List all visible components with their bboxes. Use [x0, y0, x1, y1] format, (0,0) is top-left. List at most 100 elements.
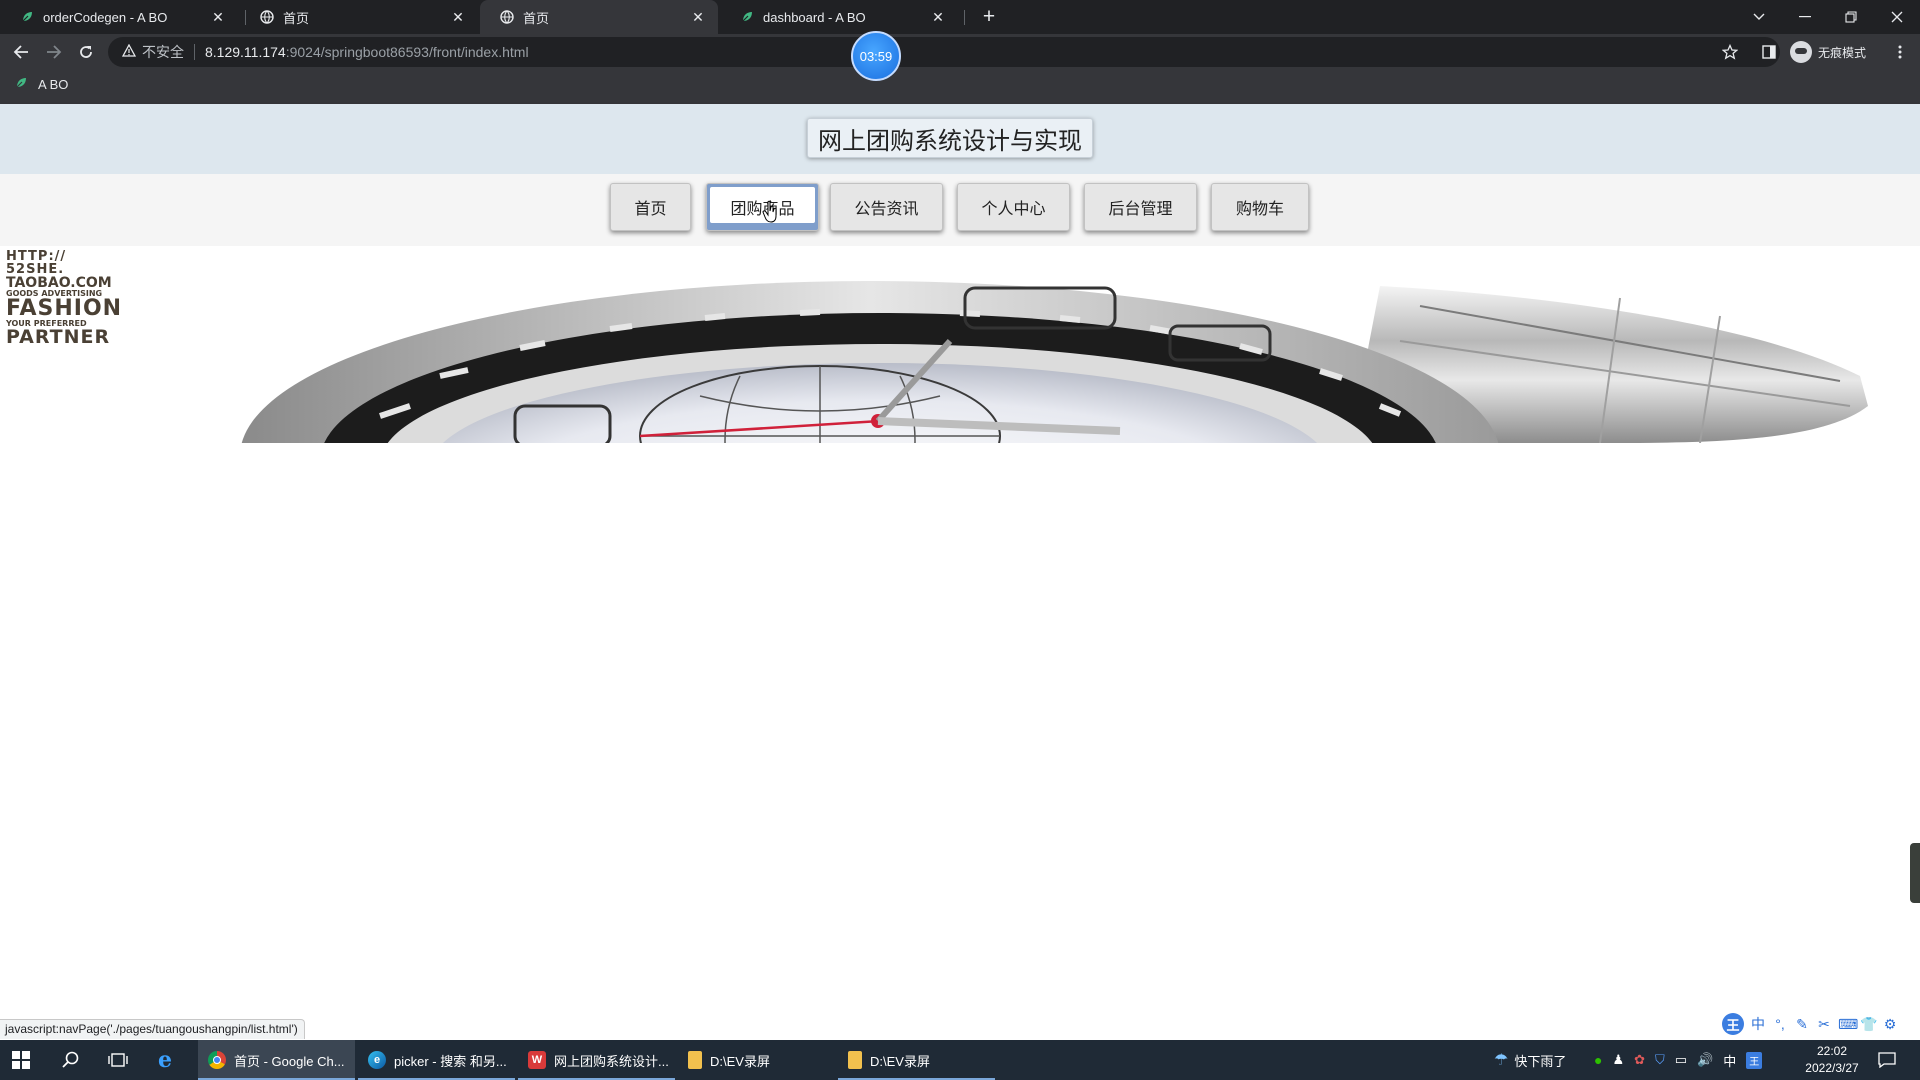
close-icon[interactable]: ✕ [930, 9, 946, 26]
ie-icon[interactable]: e [158, 1040, 182, 1080]
windows-taskbar: e 首页 - Google Ch... e picker - 搜索 和另... … [0, 1040, 1920, 1080]
banner-carousel[interactable]: HTTP:// 52SHE. TAOBAO.COM GOODS ADVERTIS… [0, 246, 1920, 443]
edge-icon: e [368, 1051, 386, 1069]
back-button[interactable] [7, 38, 35, 66]
qq-icon[interactable]: ♟ [1612, 1052, 1624, 1068]
ime-mode-indicator[interactable]: 中 [1750, 1014, 1766, 1034]
nav-announcements[interactable]: 公告资讯 [830, 183, 943, 231]
new-tab-button[interactable]: + [976, 4, 1002, 30]
gear-icon[interactable]: ⚙ [1882, 1016, 1898, 1033]
taskbar-app-label: 网上团购系统设计... [554, 1053, 669, 1069]
taskbar-app-folder[interactable]: D:\EV录屏 [838, 1040, 995, 1080]
umbrella-icon: ☂ [1494, 1052, 1509, 1069]
shield-icon[interactable]: ⛉ [1655, 1052, 1665, 1068]
tab-search-chevron-icon[interactable] [1736, 0, 1782, 34]
side-drawer-handle[interactable] [1910, 843, 1920, 903]
folder-icon [848, 1051, 862, 1069]
warning-icon [121, 43, 137, 60]
taskbar-app-wps[interactable]: W 网上团购系统设计... [518, 1040, 675, 1080]
site-header: 网上团购系统设计与实现 [0, 104, 1920, 174]
side-panel-icon[interactable] [1755, 38, 1783, 66]
volume-icon[interactable]: 🔊 [1697, 1052, 1713, 1068]
ime-tray-icon[interactable]: 王 [1746, 1051, 1763, 1069]
browser-tab-active[interactable]: 首页 ✕ [480, 0, 718, 34]
profile-label: 无痕模式 [1818, 45, 1867, 60]
nav-label: 个人中心 [981, 201, 1046, 218]
taskbar-app-label: D:\EV录屏 [710, 1053, 770, 1069]
minimize-button[interactable] [1782, 0, 1828, 34]
wechat-icon[interactable]: ● [1594, 1052, 1602, 1068]
windows-start-icon[interactable] [12, 1040, 36, 1080]
site-title: 网上团购系统设计与实现 [807, 118, 1093, 158]
tab-title: orderCodegen - A BO [43, 9, 168, 25]
bookmark-star-icon[interactable] [1716, 38, 1744, 66]
chrome-icon [208, 1051, 226, 1069]
menu-kebab-icon[interactable] [1886, 38, 1914, 66]
tab-title: 首页 [523, 10, 550, 26]
nav-cart[interactable]: 购物车 [1211, 183, 1309, 231]
browser-tab[interactable]: orderCodegen - A BO ✕ [0, 0, 238, 34]
url-path: :9024/springboot86593/front/index.html [285, 44, 529, 60]
shirt-icon[interactable]: 👕 [1860, 1016, 1877, 1033]
nav-label: 首页 [634, 201, 667, 218]
abo-leaf-icon [20, 10, 34, 24]
weather-label: 快下雨了 [1514, 1053, 1567, 1069]
tab-separator [964, 10, 965, 25]
status-link-preview: javascript:navPage('./pages/tuangoushang… [0, 1019, 305, 1039]
taskbar-app-edge[interactable]: e picker - 搜索 和另... [358, 1040, 515, 1080]
wps-icon: W [528, 1051, 546, 1069]
bookmark-label: A BO [38, 77, 69, 92]
nav-label: 公告资讯 [854, 201, 919, 218]
weather-widget[interactable]: ☂ 快下雨了 [1494, 1040, 1566, 1080]
recording-timer[interactable]: 03:59 [851, 31, 901, 81]
scissors-icon[interactable]: ✂ [1816, 1016, 1832, 1033]
watch-product-image [241, 281, 1868, 443]
punctuation-icon[interactable]: °, [1772, 1016, 1788, 1032]
system-tray: ● ♟ ✿ ⛉ ▭ 🔊 中 王 [1594, 1040, 1763, 1080]
folder-icon [688, 1051, 702, 1069]
taskbar-app-label: 首页 - Google Ch... [234, 1053, 345, 1069]
forward-button[interactable] [40, 38, 68, 66]
close-icon[interactable]: ✕ [450, 9, 466, 26]
globe-icon [260, 10, 274, 24]
ime-logo-icon[interactable]: 王 [1722, 1013, 1744, 1035]
address-divider [194, 44, 195, 60]
globe-icon [500, 10, 514, 24]
taskbar-app-folder[interactable]: D:\EV录屏 [678, 1040, 835, 1080]
browser-tab[interactable]: 首页 ✕ [240, 0, 478, 34]
bookmark-item[interactable]: A BO [14, 76, 68, 93]
keyboard-icon[interactable]: ⌨ [1838, 1016, 1858, 1033]
clock-date: 2022/3/27 [1805, 1061, 1859, 1075]
clock-time: 22:02 [1816, 1044, 1848, 1058]
abo-leaf-icon [740, 10, 754, 24]
tab-title: dashboard - A BO [763, 9, 866, 25]
url-host: 8.129.11.174 [205, 44, 286, 60]
reload-button[interactable] [72, 38, 100, 66]
taskbar-app-label: picker - 搜索 和另... [394, 1053, 507, 1069]
taskbar-app-chrome[interactable]: 首页 - Google Ch... [198, 1040, 355, 1080]
pen-icon[interactable]: ✎ [1794, 1016, 1810, 1033]
notification-icon[interactable] [1878, 1040, 1902, 1080]
abo-leaf-icon [14, 76, 28, 93]
network-icon[interactable]: ▭ [1675, 1052, 1687, 1068]
close-icon[interactable]: ✕ [210, 9, 226, 26]
close-icon[interactable]: ✕ [690, 9, 706, 26]
browser-tab[interactable]: dashboard - A BO ✕ [720, 0, 958, 34]
nav-label: 后台管理 [1108, 201, 1173, 218]
close-window-button[interactable] [1874, 0, 1920, 34]
security-label[interactable]: 不安全 [142, 42, 184, 62]
mouse-cursor-icon [762, 200, 780, 224]
taskbar-clock[interactable]: 22:02 2022/3/27 [1797, 1043, 1867, 1077]
nav-admin[interactable]: 后台管理 [1084, 183, 1197, 231]
restore-button[interactable] [1828, 0, 1874, 34]
app-tray-icon[interactable]: ✿ [1634, 1052, 1645, 1068]
search-icon[interactable] [62, 1040, 86, 1080]
nav-home[interactable]: 首页 [610, 183, 691, 231]
tab-title: 首页 [283, 10, 310, 26]
incognito-profile[interactable]: 无痕模式 [1790, 40, 1866, 64]
ime-indicator[interactable]: 中 [1723, 1051, 1736, 1070]
incognito-icon [1790, 41, 1812, 63]
task-view-icon[interactable] [108, 1040, 132, 1080]
nav-personal-center[interactable]: 个人中心 [957, 183, 1070, 231]
address-bar[interactable]: 不安全 8.129.11.174:9024/springboot86593/fr… [108, 37, 1780, 67]
